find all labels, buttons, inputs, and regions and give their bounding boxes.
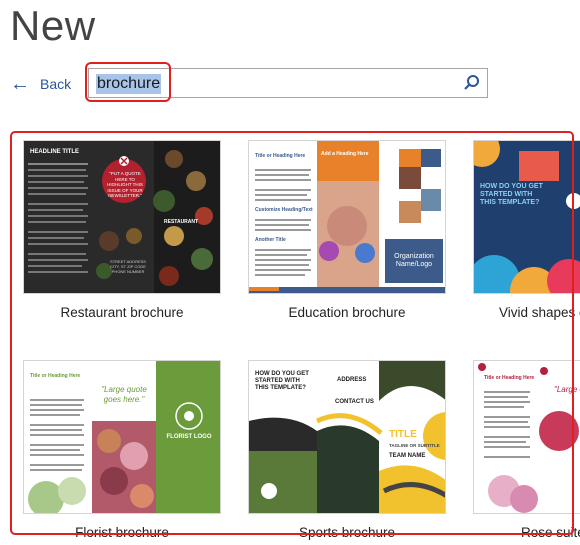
education-heading: Title or Heading Here — [255, 153, 306, 159]
vivid-heading: HOW DO YOU GET STARTED WITH THIS TEMPLAT… — [480, 183, 543, 206]
back-arrow-icon: ← — [10, 73, 30, 95]
template-card-florist[interactable]: Title or Heading Here "Large quote goes … — [23, 360, 221, 545]
education-section: Customize Heading/Text — [255, 207, 313, 213]
template-card-vivid-shapes[interactable]: HOW DO YOU GET STARTED WITH THIS TEMPLAT… — [473, 140, 580, 325]
template-label: Restaurant brochure — [60, 305, 184, 320]
search-box[interactable]: brochure — [88, 68, 488, 98]
sports-address: ADDRESS — [337, 377, 367, 383]
template-label: Vivid shapes ev — [499, 305, 580, 320]
rose-suite-thumbnail-art — [474, 361, 580, 513]
education-subheading: Add a Heading Here — [321, 151, 369, 157]
search-input[interactable]: brochure — [96, 74, 162, 94]
back-button[interactable]: ← Back — [10, 72, 71, 96]
template-label: Florist brochure — [75, 525, 169, 540]
template-card-education[interactable]: Title or Heading Here Add a Heading Here… — [248, 140, 446, 325]
education-thumbnail-art — [249, 141, 445, 293]
template-label: Education brochure — [288, 305, 406, 320]
template-thumbnail: HOW DO YOU GET STARTED WITH THIS TEMPLAT… — [473, 140, 580, 294]
sports-tagline: TAGLINE OR SUBTITLE — [389, 443, 440, 448]
florist-brand: FLORIST LOGO — [166, 434, 212, 440]
template-card-sports[interactable]: HOW DO YOU GET STARTED WITH THIS TEMPLAT… — [248, 360, 446, 545]
restaurant-heading: HEADLINE TITLE — [30, 149, 79, 155]
education-org: Organization Name/Logo — [394, 253, 434, 268]
restaurant-address: STREET ADDRESS CITY, ST ZIP CODE PHONE N… — [110, 259, 146, 274]
page-title: New — [10, 2, 96, 49]
template-label: Sports brochure — [298, 525, 396, 540]
back-label: Back — [40, 76, 72, 92]
template-thumbnail: Title or Heading Here "Large quo — [473, 360, 580, 514]
template-label: Rose suite b — [521, 525, 580, 540]
template-thumbnail: HOW DO YOU GET STARTED WITH THIS TEMPLAT… — [248, 360, 446, 514]
template-thumbnail: HEADLINE TITLE "PUT A QUOTE HERE TO HIGH… — [23, 140, 221, 294]
template-thumbnail: Title or Heading Here "Large quote goes … — [23, 360, 221, 514]
rose-quote: "Large quo — [554, 385, 580, 394]
restaurant-quote: "PUT A QUOTE HERE TO HIGHLIGHT THIS ISSU… — [107, 171, 143, 198]
education-another-title: Another Title — [255, 237, 286, 243]
sports-contact: CONTACT US — [335, 399, 374, 405]
restaurant-brand: RESTAURANT — [164, 219, 199, 225]
search-icon[interactable] — [463, 74, 481, 92]
template-card-restaurant[interactable]: HEADLINE TITLE "PUT A QUOTE HERE TO HIGH… — [23, 140, 221, 325]
sports-team: TEAM NAME — [389, 453, 426, 459]
rose-heading: Title or Heading Here — [484, 375, 535, 381]
vivid-shapes-thumbnail-art — [474, 141, 580, 293]
sports-heading: HOW DO YOU GET STARTED WITH THIS TEMPLAT… — [255, 371, 309, 391]
sports-title: TITLE — [389, 429, 417, 440]
template-card-rose-suite[interactable]: Title or Heading Here "Large quo Rose su… — [473, 360, 580, 545]
template-thumbnail: Title or Heading Here Add a Heading Here… — [248, 140, 446, 294]
florist-heading: Title or Heading Here — [30, 373, 81, 379]
florist-quote: "Large quote goes here." — [101, 385, 147, 404]
